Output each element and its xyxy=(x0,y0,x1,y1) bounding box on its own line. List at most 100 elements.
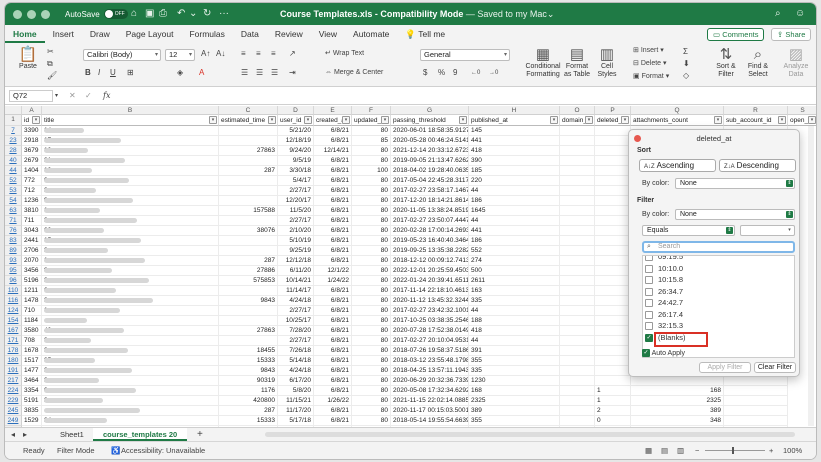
table-cell-passing-threshold[interactable]: 2017-10-25 03:38:35.254664+00 xyxy=(391,316,469,326)
table-cell-user-id[interactable]: 12/18/19 xyxy=(278,136,314,146)
table-cell-user-id[interactable]: 5/21/20 xyxy=(278,126,314,136)
zoom-in-icon[interactable]: + xyxy=(769,446,773,455)
row-header[interactable]: 178 xyxy=(5,346,22,356)
table-cell-id[interactable]: 1529 xyxy=(22,416,42,426)
sort-ascending-button[interactable]: A↓Z Ascending xyxy=(639,159,716,172)
filter-dropdown-icon[interactable]: ▾ xyxy=(778,116,786,124)
table-cell-created-at[interactable]: 6/8/21 xyxy=(314,236,352,246)
table-cell-attachments-count[interactable]: 2325 xyxy=(631,396,724,406)
row-header[interactable]: 71 xyxy=(5,216,22,226)
tab-draw[interactable]: Draw xyxy=(82,25,118,43)
table-cell-passing-threshold[interactable]: 2017-02-27 23:58:17.14679+00 xyxy=(391,186,469,196)
filter-value-checkbox[interactable] xyxy=(645,287,653,296)
print-icon[interactable]: ⎙ xyxy=(159,8,167,20)
name-box[interactable]: Q72 xyxy=(9,90,53,102)
table-cell-id[interactable]: 3580 xyxy=(22,326,42,336)
table-cell-updated-at[interactable]: 80 xyxy=(352,146,391,156)
table-cell-title[interactable]: 2 xyxy=(42,296,219,306)
table-cell-domain-id[interactable] xyxy=(560,356,595,366)
row-header[interactable]: 116 xyxy=(5,296,22,306)
table-cell-user-id[interactable]: 6/17/20 xyxy=(278,376,314,386)
table-cell-created-at[interactable]: 6/8/21 xyxy=(314,196,352,206)
table-cell-created-at[interactable]: 6/8/21 xyxy=(314,246,352,256)
header-cell-published-at[interactable]: published_at ▾ xyxy=(469,115,560,126)
header-cell-passing-threshold[interactable]: passing_threshold ▾ xyxy=(391,115,469,126)
filter-search-input[interactable]: ⌕ Search xyxy=(642,241,795,253)
table-cell-domain-id[interactable] xyxy=(560,186,595,196)
auto-apply-control[interactable]: ✓ Auto Apply xyxy=(642,349,685,357)
table-cell-created-at[interactable]: 6/8/21 xyxy=(314,256,352,266)
decrease-decimal-icon[interactable]: →0 xyxy=(489,68,498,78)
table-cell-deleted-at[interactable] xyxy=(595,216,631,226)
table-cell-user-id[interactable]: 11/5/20 xyxy=(278,206,314,216)
table-cell-created-at[interactable]: 6/8/21 xyxy=(314,336,352,346)
row-header[interactable]: 191 xyxy=(5,366,22,376)
table-cell-passing-threshold[interactable]: 2020-11-17 00:15:03.500176+00 xyxy=(391,406,469,416)
table-cell-estimated-time[interactable]: 90319 xyxy=(219,376,278,386)
table-cell-title[interactable]: 10 xyxy=(42,146,219,156)
decrease-font-icon[interactable]: A↓ xyxy=(216,49,225,59)
table-cell-updated-at[interactable]: 80 xyxy=(352,236,391,246)
table-cell-id[interactable]: 711 xyxy=(22,216,42,226)
row-header[interactable]: 76 xyxy=(5,226,22,236)
table-cell-updated-at[interactable]: 80 xyxy=(352,226,391,236)
vertical-scrollbar[interactable] xyxy=(808,126,814,426)
table-cell-updated-at[interactable]: 80 xyxy=(352,326,391,336)
scroll-tabs-left-icon[interactable]: ◂ xyxy=(11,430,15,440)
table-cell-domain-id[interactable] xyxy=(560,246,595,256)
table-cell-user-id[interactable]: 11/17/20 xyxy=(278,406,314,416)
table-cell-id[interactable]: 1517 xyxy=(22,356,42,366)
table-cell-estimated-time[interactable] xyxy=(219,216,278,226)
comments-button[interactable]: ▭ Comments xyxy=(707,28,765,41)
table-cell-passing-threshold[interactable]: 2017-02-27 20:10:04.953165+00 xyxy=(391,336,469,346)
table-cell-estimated-time[interactable]: 157588 xyxy=(219,206,278,216)
table-cell-published-at[interactable]: 335 xyxy=(469,366,560,376)
table-cell-domain-id[interactable] xyxy=(560,146,595,156)
find-select-button[interactable]: ⌕ Find & Select xyxy=(743,47,773,79)
table-cell-domain-id[interactable] xyxy=(560,226,595,236)
table-cell-updated-at[interactable]: 80 xyxy=(352,216,391,226)
table-cell-updated-at[interactable]: 80 xyxy=(352,206,391,216)
align-top-icon[interactable]: ≡ xyxy=(241,49,246,59)
clear-filter-button[interactable]: Clear Filter xyxy=(754,362,796,373)
table-cell-attachments-count[interactable]: 389 xyxy=(631,406,724,416)
function-button[interactable]: fx xyxy=(103,91,110,101)
status-accessibility[interactable]: Accessibility: Unavailable xyxy=(121,446,205,455)
row-header[interactable]: 52 xyxy=(5,176,22,186)
percent-button[interactable]: % xyxy=(438,68,445,78)
table-cell-estimated-time[interactable]: 575853 xyxy=(219,276,278,286)
table-cell-published-at[interactable]: 355 xyxy=(469,356,560,366)
filter-value-checkbox[interactable] xyxy=(645,276,653,284)
row-header[interactable]: 171 xyxy=(5,336,22,346)
table-cell-estimated-time[interactable] xyxy=(219,246,278,256)
table-cell-estimated-time[interactable] xyxy=(219,126,278,136)
table-cell-published-at[interactable]: 163 xyxy=(469,286,560,296)
table-cell-passing-threshold[interactable]: 2017-05-04 22:45:28.311753+00 xyxy=(391,176,469,186)
table-cell-updated-at[interactable]: 80 xyxy=(352,196,391,206)
table-cell-created-at[interactable]: 6/8/21 xyxy=(314,376,352,386)
row-header[interactable]: 96 xyxy=(5,276,22,286)
filter-value-item[interactable]: 10:10.0 xyxy=(658,264,683,274)
table-cell-domain-id[interactable] xyxy=(560,336,595,346)
table-cell-user-id[interactable]: 10/25/17 xyxy=(278,316,314,326)
table-cell-title[interactable]: 35 xyxy=(42,356,219,366)
header-cell-created-at[interactable]: created_at ▾ xyxy=(314,115,352,126)
zoom-window-button[interactable] xyxy=(41,10,50,19)
table-cell-domain-id[interactable] xyxy=(560,306,595,316)
filter-dropdown-icon[interactable]: ▾ xyxy=(342,116,350,124)
table-cell-title[interactable]: 0 xyxy=(42,176,219,186)
save-state-chevron-icon[interactable]: ⌄ xyxy=(547,9,555,19)
table-cell-deleted-at[interactable] xyxy=(595,276,631,286)
cancel-entry-icon[interactable]: ✕ xyxy=(69,91,76,101)
table-cell-user-id[interactable]: 5/10/19 xyxy=(278,236,314,246)
table-cell-user-id[interactable]: 5/14/18 xyxy=(278,356,314,366)
filter-dropdown-icon[interactable]: ▾ xyxy=(585,116,593,124)
table-cell-user-id[interactable]: 2/27/17 xyxy=(278,216,314,226)
row-header[interactable]: 40 xyxy=(5,156,22,166)
header-cell-updated-at[interactable]: updated_at ▾ xyxy=(352,115,391,126)
clear-icon[interactable]: ◇ xyxy=(683,71,689,81)
table-cell-title[interactable]: 9 xyxy=(42,196,219,206)
table-cell-estimated-time[interactable] xyxy=(219,186,278,196)
table-cell-passing-threshold[interactable]: 2017-02-27 23:50:07.444767+00 xyxy=(391,216,469,226)
filter-dropdown-icon[interactable]: ▾ xyxy=(459,116,467,124)
